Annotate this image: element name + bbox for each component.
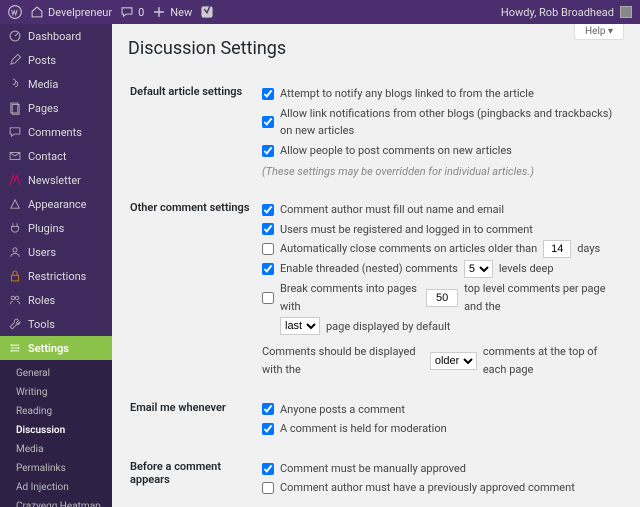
menu-contact[interactable]: Contact: [0, 144, 112, 168]
site-name[interactable]: Develpreneur: [30, 5, 112, 19]
menu-tools[interactable]: Tools: [0, 312, 112, 336]
cb-registered[interactable]: [262, 223, 274, 235]
sub-media[interactable]: Media: [0, 440, 112, 459]
menu-media[interactable]: Media: [0, 72, 112, 96]
sub-permalinks[interactable]: Permalinks: [0, 459, 112, 478]
menu-restrictions[interactable]: Restrictions: [0, 264, 112, 288]
sub-general[interactable]: General: [0, 364, 112, 383]
default-article-note: (These settings may be overridden for in…: [262, 163, 622, 181]
heading-before: Before a comment appears: [130, 450, 260, 507]
menu-pages[interactable]: Pages: [0, 96, 112, 120]
cb-author-fill[interactable]: [262, 204, 274, 216]
sub-ad-injection[interactable]: Ad Injection: [0, 478, 112, 497]
select-thread-depth[interactable]: 5: [464, 260, 493, 278]
heading-default-article: Default article settings: [130, 75, 260, 189]
menu-posts[interactable]: Posts: [0, 48, 112, 72]
comments-bubble[interactable]: 0: [120, 5, 144, 19]
menu-appearance[interactable]: Appearance: [0, 192, 112, 216]
avatar[interactable]: [620, 6, 632, 18]
select-default-page[interactable]: last: [280, 317, 320, 335]
sub-writing[interactable]: Writing: [0, 383, 112, 402]
input-close-days[interactable]: [543, 240, 571, 258]
wp-logo[interactable]: [8, 5, 22, 19]
menu-roles[interactable]: Roles: [0, 288, 112, 312]
cb-notify-blogs[interactable]: [262, 88, 274, 100]
new-content[interactable]: New: [152, 5, 192, 19]
new-label: New: [170, 6, 192, 19]
cb-allow-pingbacks[interactable]: [262, 116, 274, 128]
cb-email-anyone[interactable]: [262, 403, 274, 415]
menu-plugins[interactable]: Plugins: [0, 216, 112, 240]
sub-reading[interactable]: Reading: [0, 402, 112, 421]
heading-other: Other comment settings: [130, 191, 260, 389]
menu-settings[interactable]: Settings: [0, 336, 112, 360]
comments-count: 0: [138, 6, 144, 19]
select-comment-order[interactable]: older: [430, 352, 477, 370]
menu-dashboard[interactable]: Dashboard: [0, 24, 112, 48]
cb-auto-close[interactable]: [262, 243, 274, 255]
sub-discussion[interactable]: Discussion: [0, 421, 112, 440]
yoast-icon[interactable]: [200, 5, 214, 19]
sub-crazyegg[interactable]: Crazyegg Heatmap Tracking: [0, 497, 112, 507]
help-tab[interactable]: Help ▾: [574, 24, 624, 40]
heading-email: Email me whenever: [130, 391, 260, 448]
input-per-page[interactable]: [426, 289, 458, 307]
cb-allow-comments[interactable]: [262, 145, 274, 157]
howdy-text[interactable]: Howdy, Rob Broadhead: [501, 6, 614, 19]
menu-comments[interactable]: Comments: [0, 120, 112, 144]
menu-users[interactable]: Users: [0, 240, 112, 264]
page-title: Discussion Settings: [128, 38, 624, 59]
menu-newsletter[interactable]: Newsletter: [0, 168, 112, 192]
cb-prev-approved[interactable]: [262, 482, 274, 494]
site-label: Develpreneur: [48, 6, 112, 19]
settings-submenu: General Writing Reading Discussion Media…: [0, 360, 112, 507]
cb-paginate[interactable]: [262, 292, 274, 304]
cb-email-held[interactable]: [262, 423, 274, 435]
cb-threaded[interactable]: [262, 263, 274, 275]
cb-manual-approve[interactable]: [262, 463, 274, 475]
